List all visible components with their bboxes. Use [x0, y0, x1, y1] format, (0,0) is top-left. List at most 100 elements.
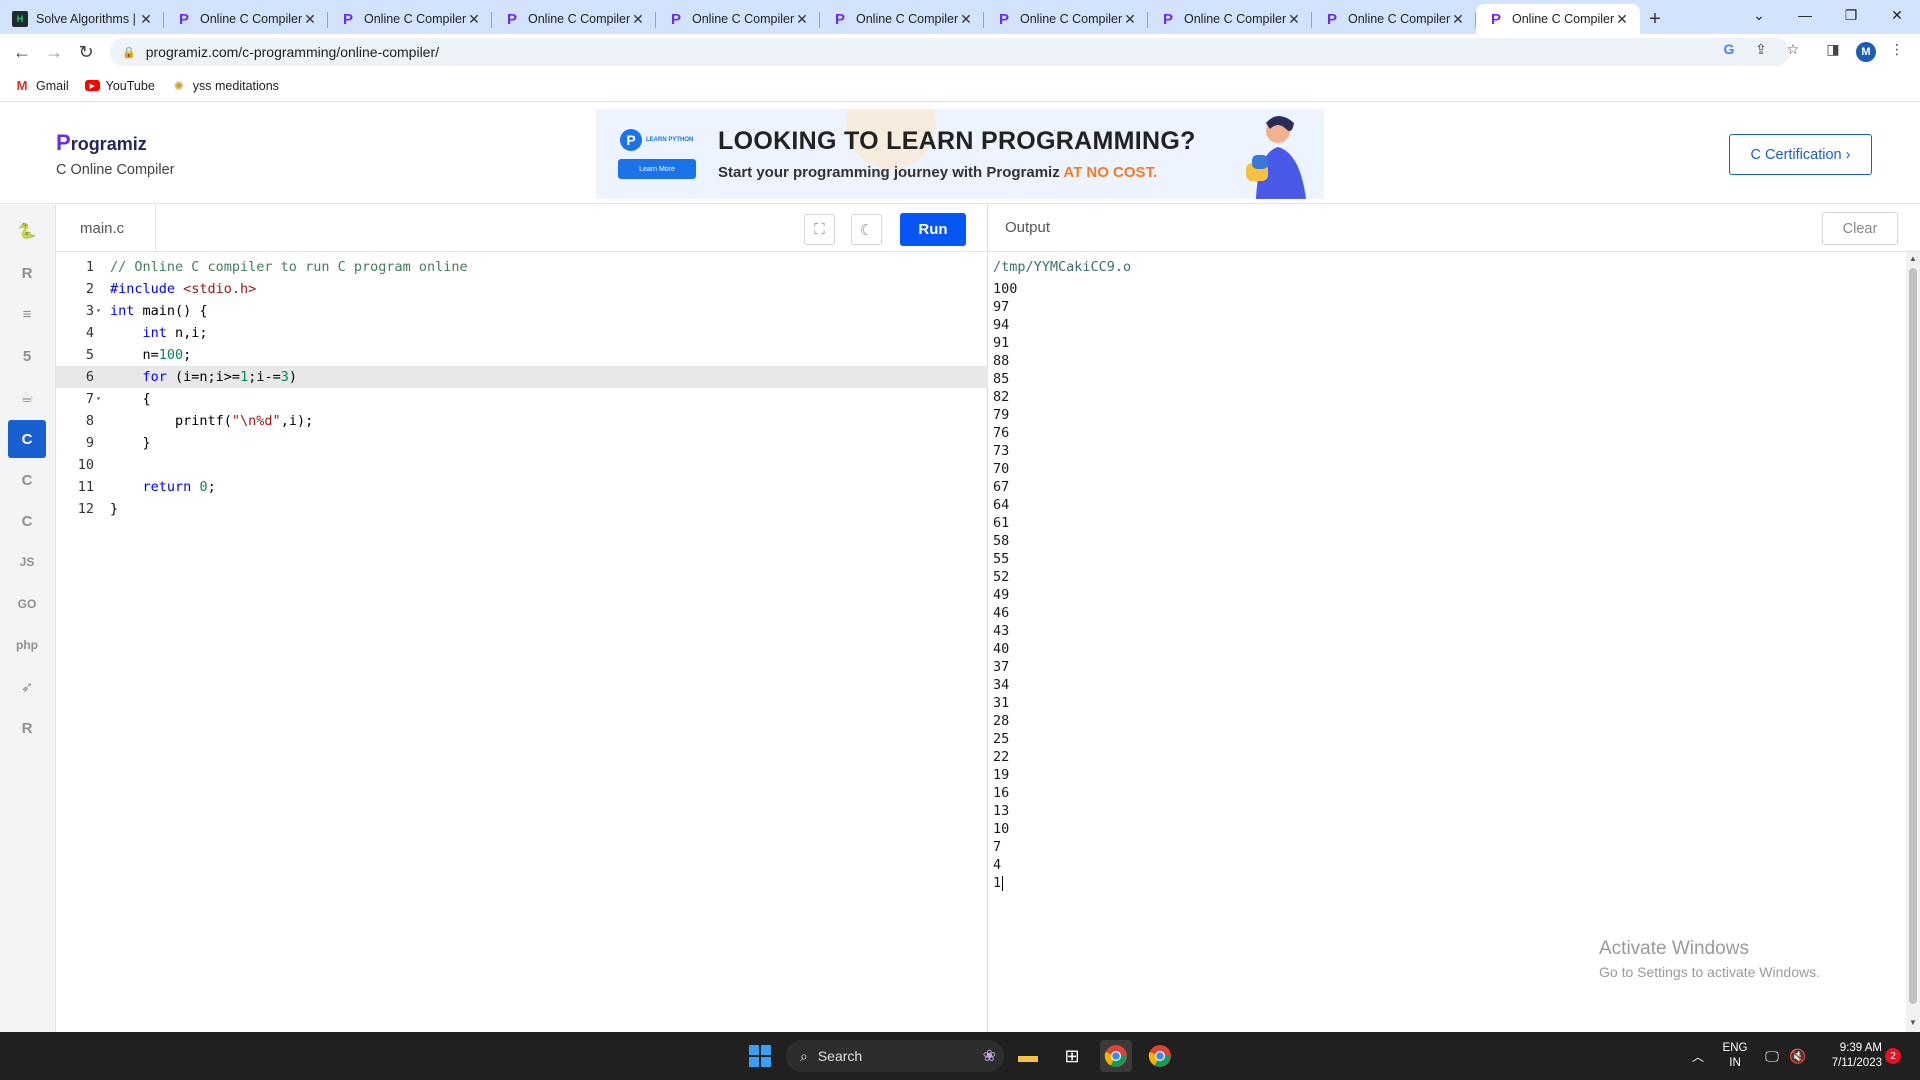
browser-tab[interactable]: P Online C Compiler ✕ [1312, 4, 1476, 34]
language-js-icon[interactable]: JS [8, 543, 46, 581]
volume-muted-icon[interactable]: 🔇 [1782, 1040, 1814, 1072]
close-tab-icon[interactable]: ✕ [302, 11, 318, 28]
browser-tab[interactable]: H Solve Algorithms | ✕ [0, 4, 164, 34]
language-swift-icon[interactable]: ➶ [8, 668, 46, 706]
dark-mode-moon-icon[interactable]: ☾ [851, 214, 882, 245]
fold-arrow-icon[interactable]: ▾ [96, 300, 101, 322]
code-line[interactable]: 12} [56, 498, 988, 520]
language-python-icon[interactable]: 🐍 [8, 212, 46, 250]
code-line[interactable]: 8 printf("\n%d",i); [56, 410, 988, 432]
run-button[interactable]: Run [900, 213, 966, 246]
language-html-icon[interactable]: 5 [8, 337, 46, 375]
code-text: // Online C compiler to run C program on… [110, 256, 468, 278]
browser-tab[interactable]: P Online C Compiler ✕ [984, 4, 1148, 34]
browser-tab[interactable]: P Online C Compiler ✕ [328, 4, 492, 34]
profile-avatar[interactable]: M [1856, 42, 1876, 62]
browser-tab[interactable]: P Online C Compiler ✕ [492, 4, 656, 34]
language-c-icon[interactable]: C [8, 420, 46, 458]
close-tab-icon[interactable]: ✕ [466, 11, 482, 28]
hackerrank-icon: H [12, 11, 28, 27]
close-tab-icon[interactable]: ✕ [630, 11, 646, 28]
scroll-down-arrow-icon[interactable]: ▼ [1908, 1018, 1918, 1028]
new-tab-button[interactable]: + [1640, 4, 1670, 34]
output-value: 19 [993, 767, 1010, 783]
reload-icon[interactable]: ↻ [70, 36, 102, 68]
browser-tab[interactable]: P Online C Compiler ✕ [1476, 4, 1640, 34]
code-token: main() { [134, 303, 208, 319]
code-line[interactable]: 5 n=100; [56, 344, 988, 366]
microsoft-store-icon[interactable]: ⊞ [1056, 1040, 1088, 1072]
back-arrow-icon[interactable]: ← [6, 36, 38, 68]
language-sql-icon[interactable]: ≡ [8, 295, 46, 333]
ad-banner[interactable]: P LEARN PYTHON Learn More LOOKING TO LEA… [596, 109, 1324, 199]
c-certification-button[interactable]: C Certification › [1729, 134, 1872, 175]
close-tab-icon[interactable]: ✕ [1450, 11, 1466, 28]
side-panel-icon[interactable]: ◨ [1824, 40, 1842, 58]
browser-tab[interactable]: P Online C Compiler ✕ [164, 4, 328, 34]
google-lens-icon[interactable]: G [1720, 40, 1738, 58]
chrome-profile-m-icon[interactable] [1100, 1040, 1132, 1072]
fullscreen-icon[interactable]: ⛶ [804, 214, 835, 245]
close-tab-icon[interactable]: ✕ [138, 11, 154, 28]
banner-learn-more-button[interactable]: Learn More [618, 159, 696, 179]
address-bar[interactable]: 🔒 programiz.com/c-programming/online-com… [110, 38, 1790, 66]
windows-start-icon[interactable] [744, 1040, 776, 1072]
close-tab-icon[interactable]: ✕ [958, 11, 974, 28]
code-line[interactable]: 7 ▾ { [56, 388, 988, 410]
fold-arrow-icon[interactable]: ▾ [96, 388, 101, 410]
code-line[interactable]: 2 #include <stdio.h> [56, 278, 988, 300]
language-indicator[interactable]: ENG IN [1720, 1041, 1750, 1071]
output-console[interactable]: /tmp/YYMCakiCC9.o 100 97 94 91 88 85 82 79 76 73 70… [988, 252, 1904, 1032]
tray-overflow-chevron-icon[interactable]: ︿ [1682, 1040, 1714, 1072]
notification-badge[interactable]: 2 [1885, 1048, 1901, 1064]
menu-kebab-icon[interactable]: ⋮ [1888, 40, 1906, 58]
clock[interactable]: 9:39 AM 7/11/2023 [1812, 1041, 1882, 1071]
scrollbar-thumb[interactable] [1909, 268, 1917, 1004]
lock-icon[interactable]: 🔒 [122, 46, 136, 59]
code-line[interactable]: 1 // Online C compiler to run C program o… [56, 256, 988, 278]
close-tab-icon[interactable]: ✕ [1122, 11, 1138, 28]
bookmark-star-icon[interactable]: ☆ [1784, 40, 1802, 58]
programiz-logo[interactable]: Programiz [56, 130, 147, 156]
code-line[interactable]: 6 for (i=n;i>=1;i-=3) [56, 366, 988, 388]
tab-title: Solve Algorithms | [36, 12, 136, 26]
file-explorer-icon[interactable]: ▬ [1012, 1040, 1044, 1072]
restore-button[interactable]: ❐ [1828, 0, 1874, 30]
language-java-icon[interactable]: ☕ [8, 378, 46, 416]
code-line[interactable]: 10 [56, 454, 988, 476]
close-tab-icon[interactable]: ✕ [1614, 11, 1630, 28]
language-csharp-icon[interactable]: C [8, 502, 46, 540]
minimize-button[interactable]: — [1782, 0, 1828, 30]
language-php-icon[interactable]: php [8, 626, 46, 664]
code-line[interactable]: 11 return 0; [56, 476, 988, 498]
code-line[interactable]: 4 int n,i; [56, 322, 988, 344]
taskbar-search-box[interactable]: ⌕ Search ❀ [786, 1040, 1004, 1072]
clear-button[interactable]: Clear [1822, 212, 1898, 245]
chrome-profile-s-icon[interactable] [1144, 1040, 1176, 1072]
close-tab-icon[interactable]: ✕ [794, 11, 810, 28]
bookmark-yss[interactable]: ✺ yss meditations [171, 78, 279, 94]
forward-arrow-icon[interactable]: → [38, 36, 70, 68]
file-tab-main-c[interactable]: main.c [56, 205, 156, 252]
code-line[interactable]: 9 } [56, 432, 988, 454]
language-cpp-icon[interactable]: C [8, 461, 46, 499]
output-scrollbar[interactable]: ▲ ▼ [1906, 252, 1920, 1032]
code-area[interactable]: 1 // Online C compiler to run C program o… [56, 252, 988, 1032]
language-go-icon[interactable]: GO [8, 585, 46, 623]
browser-tab[interactable]: P Online C Compiler ✕ [1148, 4, 1312, 34]
browser-tab[interactable]: P Online C Compiler ✕ [656, 4, 820, 34]
bookmark-youtube[interactable]: ▶ YouTube [84, 79, 155, 93]
bookmark-gmail[interactable]: M Gmail [14, 78, 69, 94]
language-r-icon[interactable]: R [8, 254, 46, 292]
share-icon[interactable]: ⇪ [1752, 40, 1770, 58]
close-tab-icon[interactable]: ✕ [1286, 11, 1302, 28]
tab-search-icon[interactable]: ⌄ [1736, 0, 1782, 30]
browser-tab[interactable]: P Online C Compiler ✕ [820, 4, 984, 34]
language-rust-icon[interactable]: R [8, 709, 46, 747]
output-value: 73 [993, 443, 1010, 459]
bookmarks-bar: M Gmail ▶ YouTube ✺ yss meditations [0, 70, 1920, 102]
scroll-up-arrow-icon[interactable]: ▲ [1908, 254, 1918, 264]
code-line[interactable]: 3 ▾ int main() { [56, 300, 988, 322]
close-window-button[interactable]: ✕ [1874, 0, 1920, 30]
